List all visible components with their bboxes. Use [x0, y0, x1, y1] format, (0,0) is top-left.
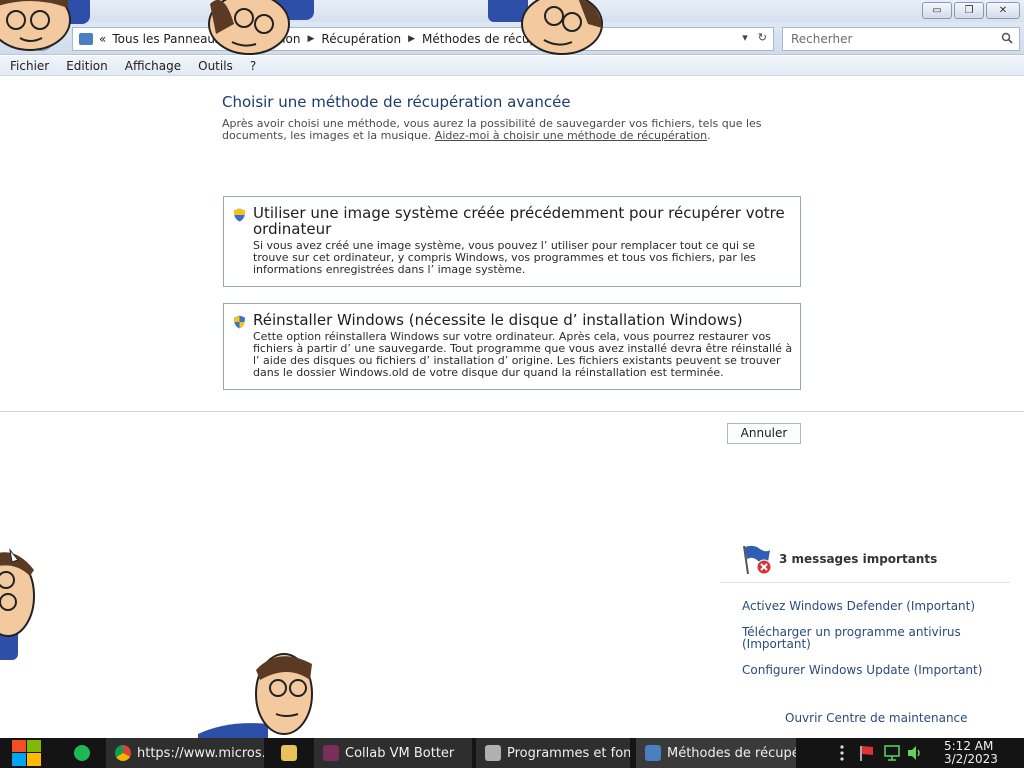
action-link-windows-update[interactable]: Configurer Windows Update (Important) [742, 664, 992, 676]
option-title: Réinstaller Windows (nécessite le disque… [253, 311, 743, 329]
windows-start-icon[interactable] [10, 738, 43, 768]
action-link-antivirus[interactable]: Télécharger un programme antivirus (Impo… [742, 626, 992, 650]
address-dropdown-icon[interactable]: ▾ [742, 31, 748, 44]
page-title: Choisir une méthode de récupération avan… [222, 93, 571, 111]
search-input[interactable]: Recherher [782, 27, 1020, 51]
taskbar: https://www.micros... Collab VM Botter P… [0, 738, 1024, 768]
breadcrumb-overflow[interactable]: « [99, 32, 106, 46]
menu-view[interactable]: Affichage [118, 59, 188, 73]
search-placeholder: Recherher [791, 32, 853, 46]
chevron-right-icon[interactable]: ▶ [408, 34, 415, 44]
menu-bar: Fichier Edition Affichage Outils ? [0, 56, 1024, 76]
option-description: Si vous avez créé une image système, vou… [253, 239, 756, 276]
address-tools: ▾ ↻ [742, 31, 767, 44]
taskbar-item-collab[interactable]: Collab VM Botter [314, 738, 472, 768]
address-bar[interactable]: « Tous les Panneaux ation ▶ Récupération… [72, 27, 774, 51]
cartoon-face-sticker [208, 0, 314, 55]
uac-shield-icon [234, 208, 245, 222]
menu-file[interactable]: Fichier [3, 59, 56, 73]
intro-text: Après avoir choisi une méthode, vous aur… [222, 117, 762, 142]
menu-edit[interactable]: Edition [59, 59, 115, 73]
taskbar-item-recovery[interactable]: Méthodes de récupé... [636, 738, 796, 768]
uac-shield-icon [234, 315, 245, 329]
option-title: Utiliser une image système créée précéde… [253, 204, 785, 238]
divider [720, 582, 1010, 583]
folder-icon [281, 745, 297, 761]
minimize-button[interactable]: ▭ [922, 2, 952, 19]
taskbar-item-label: Collab VM Botter [345, 745, 455, 761]
taskbar-item-programs[interactable]: Programmes et fon... [476, 738, 630, 768]
help-choose-link[interactable]: Aidez-moi à choisir une méthode de récup… [435, 129, 707, 142]
taskbar-app-pinned[interactable] [70, 738, 96, 768]
taskbar-item-explorer[interactable] [272, 738, 308, 768]
cartoon-face-sticker [488, 0, 603, 55]
action-center-flag-icon[interactable] [858, 744, 876, 762]
more-icon[interactable] [836, 744, 848, 762]
clock-date: 3/2/2023 [944, 752, 998, 766]
refresh-icon[interactable]: ↻ [758, 31, 767, 44]
taskbar-item-label: Méthodes de récupé... [667, 745, 796, 761]
cartoon-face-sticker [0, 548, 35, 660]
option-system-image[interactable]: Utiliser une image système créée précéde… [223, 196, 801, 287]
cartoon-face-sticker [0, 0, 90, 51]
app-icon [323, 745, 339, 761]
window-controls: ▭ ❐ ✕ [922, 2, 1020, 19]
network-icon[interactable] [883, 744, 901, 762]
action-center-title: 3 messages importants [779, 552, 938, 566]
chrome-icon [115, 745, 131, 761]
option-description: Cette option réinstallera Windows sur vo… [253, 330, 793, 379]
cartoon-face-sticker [198, 653, 313, 738]
maximize-button[interactable]: ❐ [954, 2, 984, 19]
action-link-defender[interactable]: Activez Windows Defender (Important) [742, 600, 992, 612]
control-panel-icon [485, 745, 501, 761]
taskbar-item-browser[interactable]: https://www.micros... [106, 738, 264, 768]
taskbar-item-label: https://www.micros... [137, 745, 264, 761]
open-action-center-link[interactable]: Ouvrir Centre de maintenance [785, 711, 968, 725]
search-icon[interactable] [1001, 32, 1013, 44]
close-button[interactable]: ✕ [986, 2, 1020, 19]
app-icon [74, 745, 90, 761]
action-center-flag-icon [743, 545, 772, 575]
cancel-button[interactable]: Annuler [727, 423, 801, 444]
volume-icon[interactable] [906, 744, 924, 762]
option-reinstall-windows[interactable]: Réinstaller Windows (nécessite le disque… [223, 303, 801, 390]
divider [0, 411, 1024, 412]
menu-help[interactable]: ? [243, 59, 263, 73]
breadcrumb-recovery[interactable]: Récupération [321, 32, 401, 46]
clock[interactable]: 5:12 AM 3/2/2023 [944, 740, 998, 766]
menu-tools[interactable]: Outils [191, 59, 240, 73]
taskbar-item-label: Programmes et fon... [507, 745, 630, 761]
recovery-icon [645, 745, 661, 761]
